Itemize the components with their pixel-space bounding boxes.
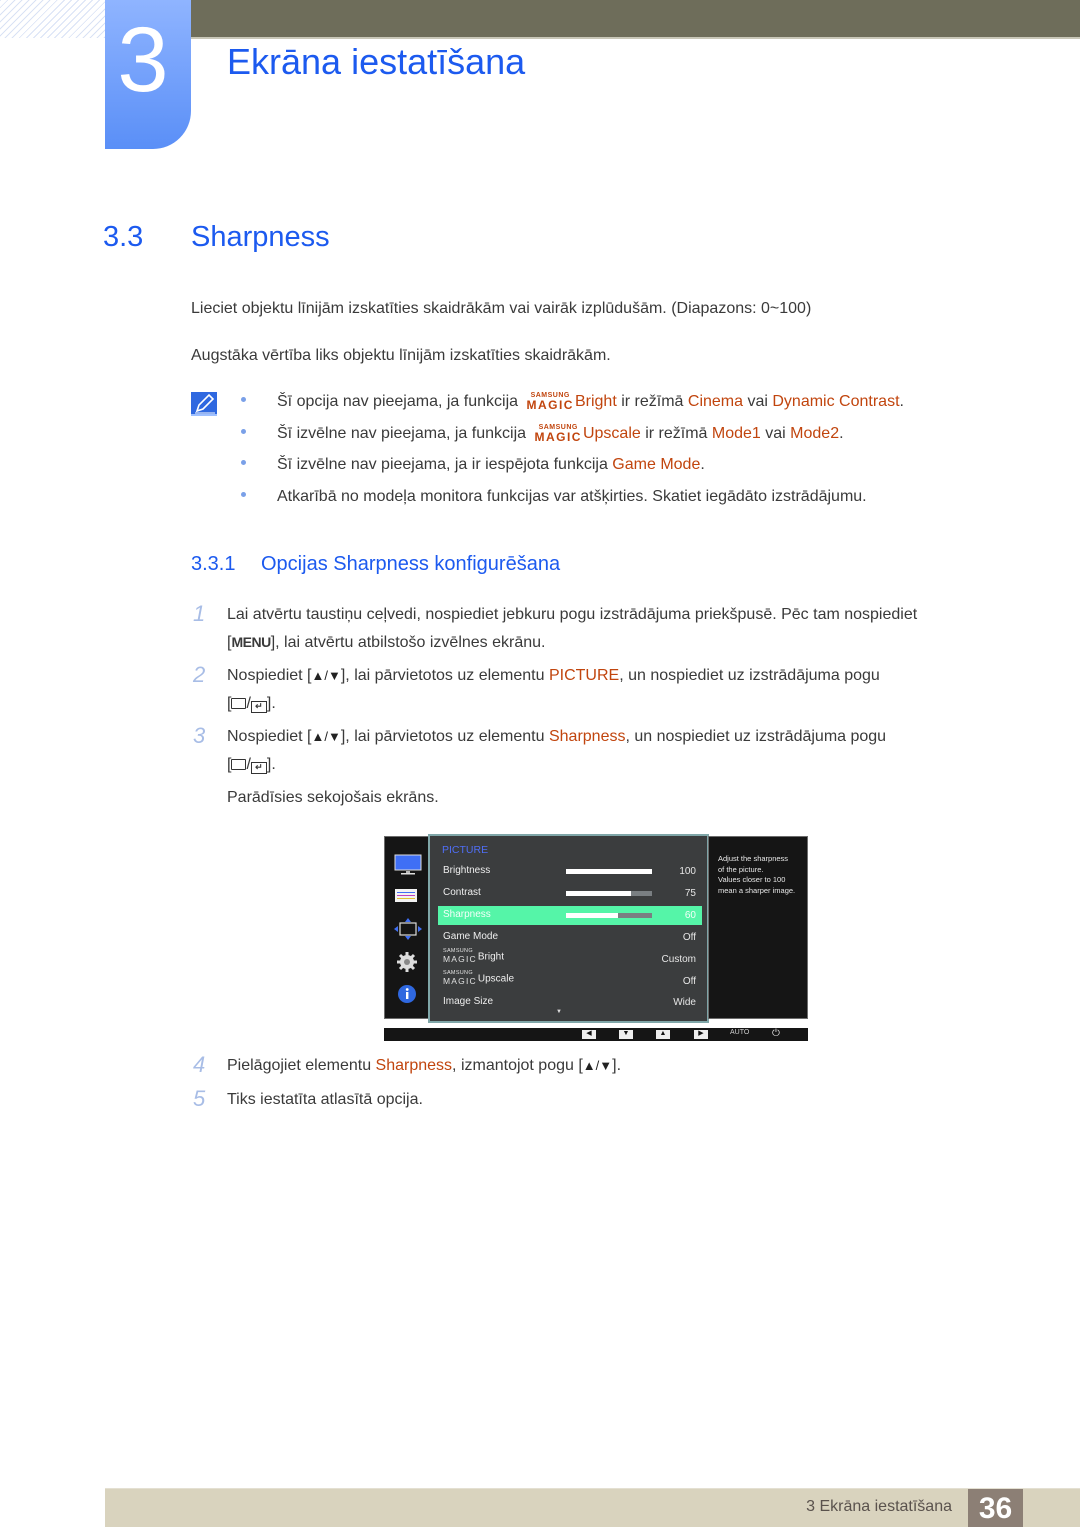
description-paragraph: Augstāka vērtība liks objektu līnijām iz…	[191, 347, 611, 364]
bullet	[241, 460, 246, 466]
monitor-icon	[394, 854, 422, 881]
osd-row-label: Sharpness	[443, 909, 491, 920]
right-arrow-button[interactable]: ▶	[694, 1030, 708, 1039]
osd-row-value: Custom	[661, 954, 696, 965]
osd-slider-fill	[566, 913, 618, 918]
osd-row-game-mode[interactable]: Game Mode Off	[438, 928, 702, 947]
step-text: [MENU], lai atvērtu atbilstošo izvēlnes …	[227, 634, 546, 651]
chapter-tab: 3	[105, 0, 191, 149]
source-key-icon	[231, 698, 247, 709]
enter-key-icon: ↵	[250, 701, 267, 713]
osd-slider-fill	[566, 891, 631, 896]
up-down-keys: ▲/▼	[311, 729, 341, 744]
osd-slider[interactable]	[566, 891, 652, 896]
header-bar	[190, 0, 1080, 37]
section-number: 3.3	[103, 221, 144, 253]
bullet	[241, 397, 246, 403]
source-key-icon	[231, 759, 247, 770]
osd-row-value: 60	[684, 910, 696, 921]
osd-slider-fill	[566, 869, 652, 874]
note-item: Šī izvēlne nav pieejama, ja ir iespējota…	[241, 454, 705, 476]
osd-row-value: 75	[684, 888, 696, 899]
samsung-magic-logo: SAMSUNG MAGIC	[443, 948, 477, 964]
step-text: Lai atvērtu taustiņu ceļvedi, nospiediet…	[227, 606, 918, 623]
osd-help-text: Adjust the sharpness of the picture. Val…	[718, 854, 796, 895]
osd-picture-menu: PICTURE Brightness 100 Contrast 75 Sharpness…	[428, 834, 709, 1023]
footer-chapter-label: 3 Ekrāna iestatīšana	[806, 1498, 952, 1515]
note-item: Šī opcija nav pieejama, ja funkcija SAMS…	[241, 391, 904, 413]
osd-row-value: 100	[679, 866, 696, 877]
power-icon[interactable]: ⏻	[772, 1028, 780, 1040]
osd-row-brightness[interactable]: Brightness 100	[438, 862, 702, 881]
osd-row-label: Image Size	[443, 996, 494, 1007]
osd-row-value: Off	[682, 976, 696, 987]
osd-row-image-size[interactable]: Image Size Wide	[438, 993, 702, 1012]
osd-row-value: Off	[682, 932, 696, 943]
page-number: 36	[968, 1489, 1023, 1527]
step-text: Nospiediet [▲/▼], lai pārvietotos uz ele…	[227, 667, 880, 684]
bullet	[241, 429, 246, 435]
step-number: 2	[193, 662, 206, 687]
osd-slider[interactable]	[566, 913, 652, 918]
osd-row-label: SAMSUNG MAGIC Upscale	[443, 970, 515, 986]
header-divider	[190, 37, 1080, 39]
chapter-title: Ekrāna iestatīšana	[227, 41, 526, 82]
osd-row-value: Wide	[673, 997, 696, 1008]
up-down-keys: ▲/▼	[311, 668, 341, 683]
samsung-magic-logo: SAMSUNG MAGIC	[534, 424, 582, 444]
osd-help-panel: Adjust the sharpness of the picture. Val…	[708, 836, 808, 1019]
subsection-number: 3.3.1	[191, 553, 236, 575]
osd-row-label: Brightness	[443, 865, 491, 876]
step-number: 5	[193, 1086, 206, 1111]
left-arrow-button[interactable]: ◀	[582, 1030, 596, 1039]
osd-sidebar	[384, 836, 430, 1019]
note-item: Šī izvēlne nav pieejama, ja funkcija SAM…	[241, 423, 844, 445]
osd-row-contrast[interactable]: Contrast 75	[438, 884, 702, 903]
step-number: 3	[193, 723, 206, 748]
step-key-line: [/ ↵].	[227, 756, 276, 774]
step-number: 4	[193, 1052, 206, 1077]
step-text: Tiks iestatīta atlasītā opcija.	[227, 1091, 423, 1108]
scroll-more-icon: ▼	[556, 1009, 562, 1015]
osd-row-label: Game Mode	[443, 931, 499, 942]
settings-list-icon	[394, 888, 420, 909]
bullet	[241, 492, 246, 498]
step-result-text: Parādīsies sekojošais ekrāns.	[227, 789, 439, 806]
samsung-magic-logo: SAMSUNG MAGIC	[443, 970, 477, 986]
step-text: Pielāgojiet elementu Sharpness, izmantoj…	[227, 1057, 622, 1074]
up-down-keys: ▲/▼	[582, 1058, 613, 1073]
step-key-line: [/ ↵].	[227, 695, 276, 713]
up-arrow-button[interactable]: ▲	[656, 1030, 670, 1039]
step-number: 1	[193, 601, 206, 626]
osd-menu-heading: PICTURE	[442, 844, 489, 856]
chapter-number: 3	[117, 9, 169, 111]
note-item: Atkarībā no modeļa monitora funkcijas va…	[241, 486, 867, 508]
page-footer: 3 Ekrāna iestatīšana 36	[105, 1488, 1080, 1527]
osd-button-guide: ◀ ▼ ▲ ▶ AUTO ⏻	[384, 1028, 808, 1041]
menu-key: MENU	[231, 634, 271, 650]
step-text: Nospiediet [▲/▼], lai pārvietotos uz ele…	[227, 728, 887, 745]
samsung-magic-logo: SAMSUNG MAGIC	[526, 392, 574, 412]
resize-arrows-icon	[394, 918, 422, 945]
osd-row-sharpness[interactable]: Sharpness 60	[438, 906, 702, 925]
down-arrow-button[interactable]: ▼	[619, 1030, 633, 1039]
decorative-hatch	[0, 0, 105, 38]
osd-row-bright[interactable]: SAMSUNG MAGIC Bright Custom	[438, 948, 702, 969]
osd-row-upscale[interactable]: SAMSUNG MAGIC Upscale Off	[438, 970, 702, 991]
gear-icon	[394, 951, 420, 978]
note-pencil-icon	[191, 392, 217, 418]
info-icon	[394, 983, 420, 1010]
osd-row-label: SAMSUNG MAGIC Bright	[443, 948, 504, 964]
auto-button[interactable]: AUTO	[730, 1029, 749, 1036]
intro-paragraph: Lieciet objektu līnijām izskatīties skai…	[191, 300, 812, 317]
osd-row-label: Contrast	[443, 887, 481, 898]
enter-key-icon: ↵	[250, 762, 267, 774]
section-title: Sharpness	[191, 221, 330, 253]
subsection-title: Opcijas Sharpness konfigurēšana	[261, 553, 561, 575]
osd-slider[interactable]	[566, 869, 652, 874]
